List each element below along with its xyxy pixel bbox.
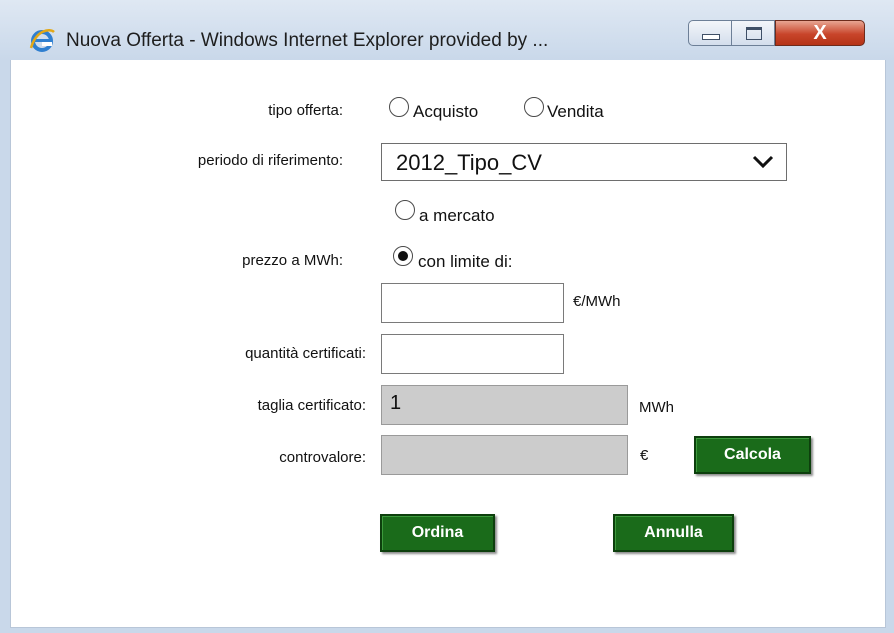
controvalore-label: controvalore: bbox=[279, 449, 366, 466]
minimize-button[interactable] bbox=[688, 20, 732, 46]
radio-con-limite-label[interactable]: con limite di: bbox=[418, 252, 512, 272]
radio-acquisto-label[interactable]: Acquisto bbox=[413, 102, 478, 122]
prezzo-label: prezzo a MWh: bbox=[242, 252, 343, 269]
maximize-icon bbox=[746, 27, 762, 40]
ordina-button[interactable]: Ordina bbox=[380, 514, 495, 552]
periodo-select[interactable]: 2012_Tipo_CV bbox=[381, 143, 787, 181]
window-frame-left bbox=[0, 60, 10, 627]
radio-vendita-label[interactable]: Vendita bbox=[547, 102, 604, 122]
taglia-label: taglia certificato: bbox=[257, 397, 366, 414]
window-title: Nuova Offerta - Windows Internet Explore… bbox=[66, 30, 549, 51]
radio-vendita[interactable] bbox=[524, 97, 544, 117]
price-unit: €/MWh bbox=[573, 293, 621, 310]
radio-con-limite[interactable] bbox=[393, 246, 413, 266]
tipo-offerta-label: tipo offerta: bbox=[268, 102, 343, 119]
controvalore-input bbox=[381, 435, 628, 475]
close-button[interactable]: X bbox=[775, 20, 865, 46]
minimize-icon bbox=[702, 34, 720, 40]
radio-a-mercato[interactable] bbox=[395, 200, 415, 220]
periodo-selected-value: 2012_Tipo_CV bbox=[396, 150, 542, 175]
calcola-button[interactable]: Calcola bbox=[694, 436, 811, 474]
controvalore-unit: € bbox=[640, 447, 649, 464]
ie-icon bbox=[29, 29, 55, 52]
title-bar[interactable]: Nuova Offerta - Windows Internet Explore… bbox=[0, 0, 894, 61]
taglia-input: 1 bbox=[381, 385, 628, 425]
periodo-label: periodo di riferimento: bbox=[197, 152, 343, 169]
annulla-button[interactable]: Annulla bbox=[613, 514, 734, 552]
quantita-label: quantità certificati: bbox=[245, 345, 366, 362]
taglia-unit: MWh bbox=[639, 399, 674, 416]
chevron-down-icon bbox=[752, 155, 774, 169]
dialog-window: Nuova Offerta - Windows Internet Explore… bbox=[0, 0, 894, 633]
maximize-button[interactable] bbox=[731, 20, 775, 46]
price-limit-input[interactable] bbox=[381, 283, 564, 323]
radio-a-mercato-label[interactable]: a mercato bbox=[419, 206, 495, 226]
close-icon: X bbox=[813, 22, 827, 44]
radio-acquisto[interactable] bbox=[389, 97, 409, 117]
quantita-input[interactable] bbox=[381, 334, 564, 374]
